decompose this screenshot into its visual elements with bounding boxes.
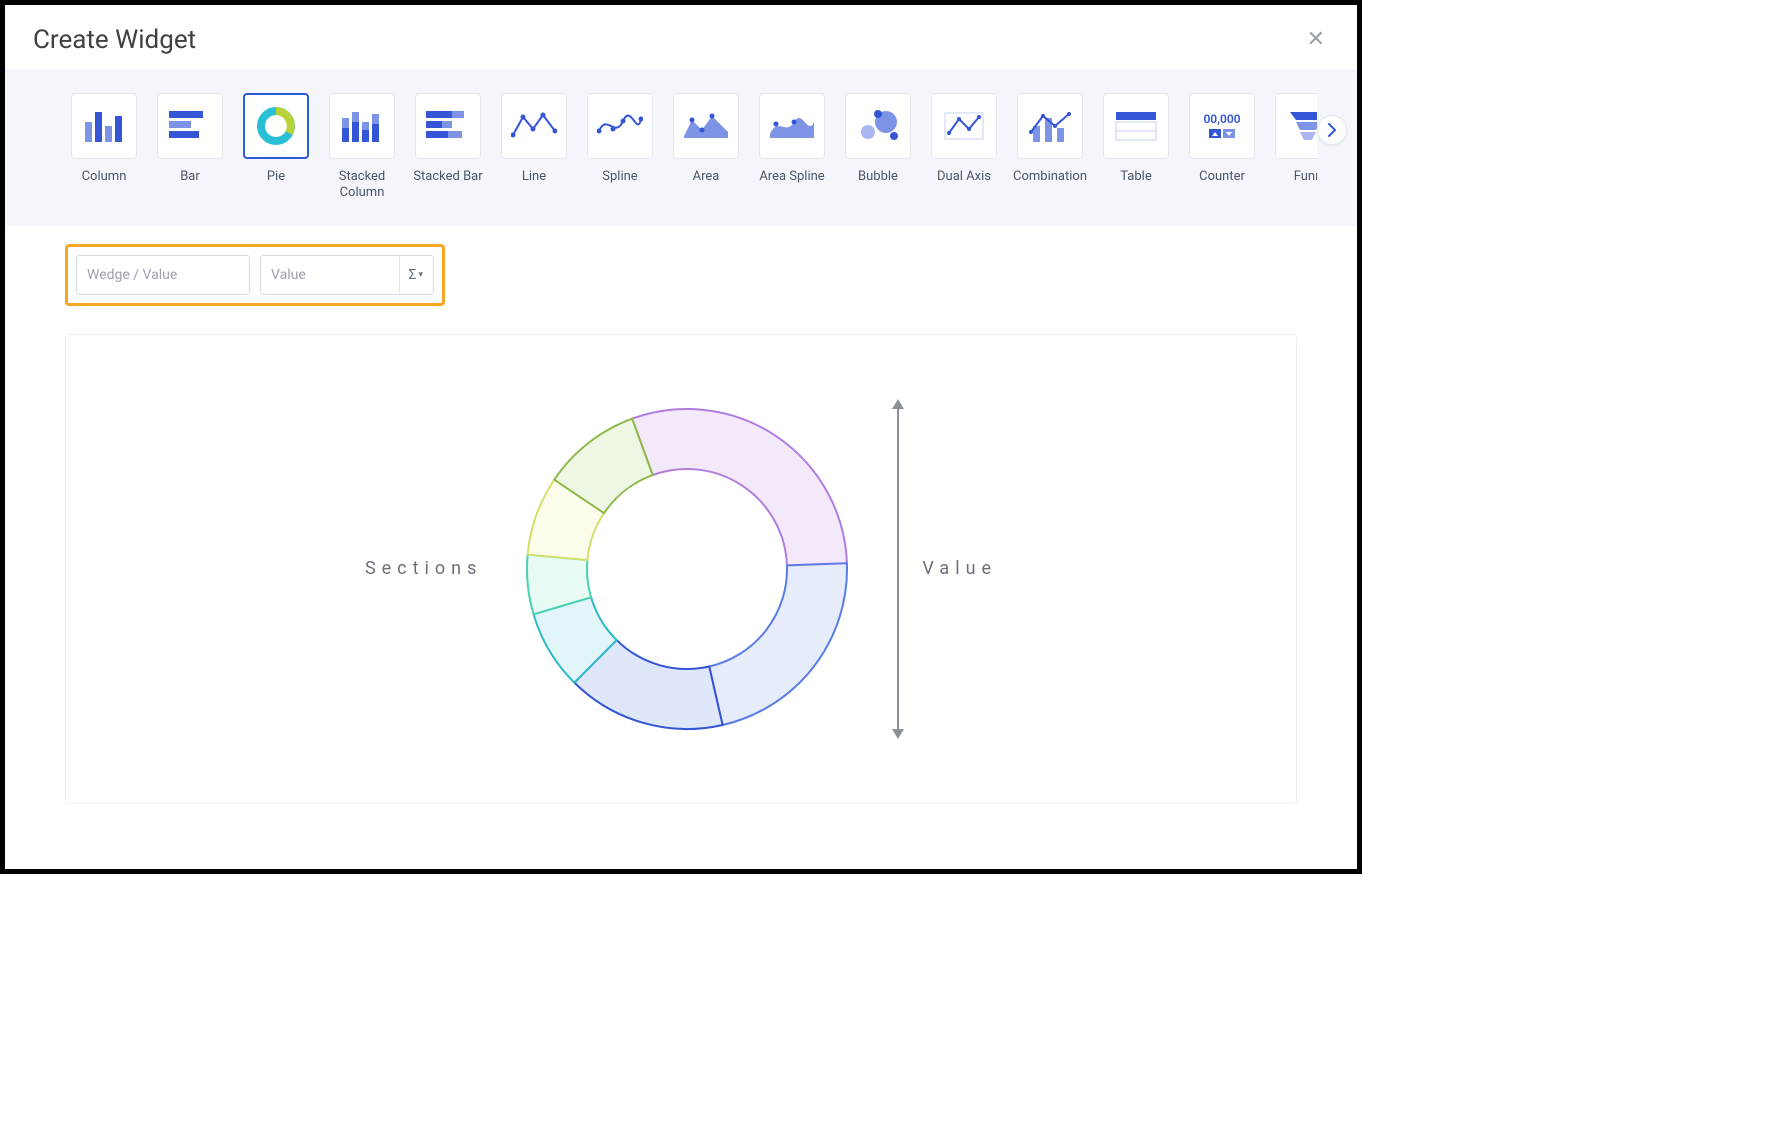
chart-type-combination[interactable]: Combination [1015,93,1085,185]
counter-chart-icon: 00,000 [1189,93,1255,159]
chart-type-label: Table [1120,169,1151,185]
chart-type-dual-axis[interactable]: Dual Axis [929,93,999,185]
chart-type-label: Line [522,169,546,185]
chart-type-label: Bar [180,169,200,185]
chart-type-label: Combination [1013,169,1087,185]
chart-type-pie[interactable]: Pie [241,93,311,185]
pie-chart-icon [243,93,309,159]
spline-chart-icon [587,93,653,159]
wedge-value-input[interactable]: Wedge / Value [76,255,250,295]
config-highlight: Wedge / Value Value Σ ▾ [65,244,445,306]
chart-type-area[interactable]: Area [671,93,741,185]
chart-type-area-spline[interactable]: Area Spline [757,93,827,185]
chart-type-spline[interactable]: Spline [585,93,655,185]
bar-chart-icon [157,93,223,159]
stacked-bar-chart-icon [415,93,481,159]
chart-type-table[interactable]: Table [1101,93,1171,185]
caret-down-icon: ▾ [418,270,423,280]
line-chart-icon [501,93,567,159]
wedge-value-placeholder: Wedge / Value [87,267,177,283]
value-input[interactable]: Value Σ ▾ [260,255,434,295]
area-spline-chart-icon [759,93,825,159]
dual-axis-chart-icon [931,93,997,159]
table-chart-icon [1103,93,1169,159]
chart-type-counter[interactable]: 00,000 Counter [1187,93,1257,185]
column-chart-icon [71,93,137,159]
page-title: Create Widget [33,25,196,55]
chart-type-label: Dual Axis [937,169,991,185]
aggregate-dropdown[interactable]: Σ ▾ [399,256,423,294]
preview-value-label: Value [922,558,997,579]
chart-type-gallery: Column Bar Pie Stacked Column Stacked Bar Lin… [5,69,1357,226]
chart-preview-panel: Sections Value [65,334,1297,804]
funnel-chart-icon [1275,93,1317,159]
value-placeholder: Value [271,267,306,283]
chart-type-label: Pie [267,169,285,185]
chart-type-label: Stacked Bar [413,169,482,185]
close-icon[interactable]: ✕ [1303,25,1329,55]
donut-preview-icon [512,394,862,744]
chart-type-column[interactable]: Column [69,93,139,185]
svg-text:00,000: 00,000 [1203,112,1240,126]
chart-type-label: Area [693,169,720,185]
chart-type-label: Stacked Column [327,169,397,202]
bubble-chart-icon [845,93,911,159]
stacked-column-chart-icon [329,93,395,159]
chevron-right-icon [1327,123,1337,137]
combination-chart-icon [1017,93,1083,159]
chart-type-label: Bubble [858,169,898,185]
area-chart-icon [673,93,739,159]
chart-type-label: Funn [1294,169,1317,185]
chart-type-funnel[interactable]: Funn [1273,93,1317,185]
chart-type-stacked-column[interactable]: Stacked Column [327,93,397,202]
chart-type-label: Column [82,169,127,185]
chart-type-label: Area Spline [759,169,824,185]
chart-type-line[interactable]: Line [499,93,569,185]
value-arrow-icon [892,399,904,739]
sigma-icon: Σ [408,267,416,283]
preview-sections-label: Sections [365,558,482,579]
chart-type-bubble[interactable]: Bubble [843,93,913,185]
chart-type-label: Spline [602,169,637,185]
chart-type-bar[interactable]: Bar [155,93,225,185]
chart-type-label: Counter [1199,169,1245,185]
chart-type-stacked-bar[interactable]: Stacked Bar [413,93,483,185]
scroll-right-button[interactable] [1317,115,1347,145]
